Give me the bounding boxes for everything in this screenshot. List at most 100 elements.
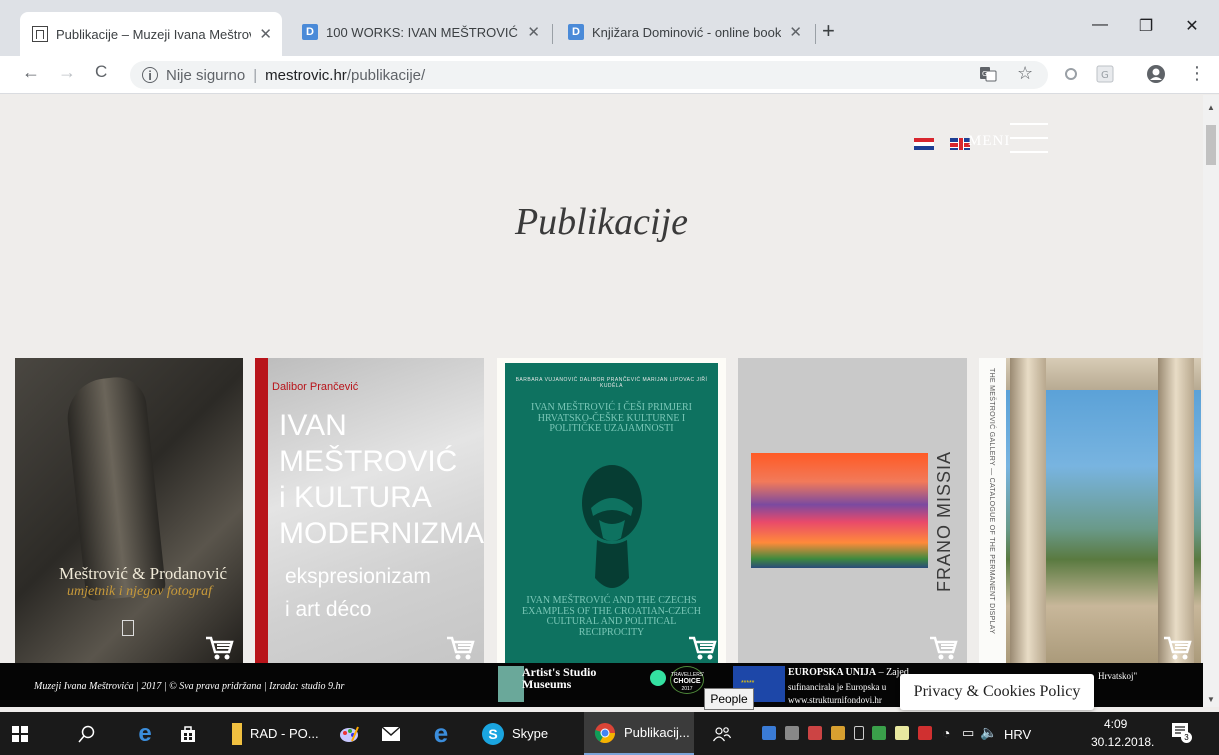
cart-icon[interactable] (205, 636, 235, 662)
account-icon[interactable] (1146, 64, 1166, 84)
uk-flag-icon[interactable] (950, 138, 970, 150)
book-card-frano-missia[interactable]: FRANO MISSIA (738, 358, 967, 663)
close-tab-icon[interactable]: ✕ (259, 25, 272, 43)
column-left (1010, 358, 1046, 663)
action-center-button[interactable]: 3 (1171, 722, 1192, 743)
cart-icon[interactable] (688, 636, 718, 662)
ie-taskbar-button[interactable]: e (424, 712, 458, 755)
book-cover: BARBARA VUJANOVIĆ DALIBOR PRANČEVIĆ MARI… (505, 363, 718, 663)
shield-icon[interactable] (918, 726, 932, 740)
page-title: Publikacije (514, 201, 689, 243)
tab-100-works[interactable]: D 100 WORKS: IVAN MEŠTROVIĆ - ✕ (290, 12, 550, 52)
new-tab-button[interactable]: + (822, 18, 835, 44)
store-taskbar-button[interactable] (171, 712, 205, 755)
dominovic-icon: D (302, 24, 318, 40)
book-title-en: IVAN MEŠTROVIĆ AND THE CZECHS EXAMPLES O… (522, 595, 701, 638)
book-title-line: IVAN (279, 409, 347, 442)
menu-label[interactable]: MENI (968, 133, 1010, 150)
asm-label[interactable]: Artist's Studio Museums (522, 666, 596, 690)
explorer-taskbar-button[interactable]: RAD - PO... (224, 712, 322, 755)
privacy-cookies-button[interactable]: Privacy & Cookies Policy (900, 674, 1094, 710)
minimize-button[interactable]: — (1077, 16, 1123, 34)
edge-icon: e (433, 718, 449, 748)
chrome-icon (594, 722, 615, 743)
eu-funding-tail: Hrvatskoj" (1098, 671, 1138, 681)
cart-icon[interactable] (929, 636, 959, 662)
back-button[interactable]: ← (22, 62, 40, 83)
cart-icon[interactable] (1163, 636, 1193, 662)
browser-tab-strip: Publikacije – Muzeji Ivana Meštrović ✕ D… (0, 0, 1219, 64)
cart-icon[interactable] (446, 636, 476, 662)
address-bar[interactable]: i Nije sigurno | mestrovic.hr/publikacij… (130, 61, 1048, 89)
book-cover-painting (751, 453, 928, 568)
travellers-choice-badge: TRAVELLERS' CHOICE 2017 (670, 666, 704, 694)
scroll-up-arrow[interactable]: ▲ (1207, 103, 1215, 112)
svg-text:G: G (982, 70, 987, 78)
clock-date[interactable]: 30.12.2018. (1091, 735, 1154, 749)
museum-icon (32, 26, 48, 42)
tripadvisor-badge[interactable]: TRAVELLERS' CHOICE 2017 (650, 666, 706, 696)
people-button[interactable] (704, 712, 740, 755)
security-label: Nije sigurno (166, 66, 246, 84)
tray-app-icon[interactable] (762, 726, 776, 740)
tab-title: Knjižara Dominović - online book (592, 24, 782, 40)
tray-app-icon[interactable] (785, 726, 799, 740)
tab-title: 100 WORKS: IVAN MEŠTROVIĆ - (326, 24, 520, 40)
windows-icon (12, 725, 28, 742)
tab-publikacije[interactable]: Publikacije – Muzeji Ivana Meštrović ✕ (20, 12, 282, 56)
paint-taskbar-button[interactable] (332, 712, 366, 755)
hr-flag-icon[interactable] (914, 138, 934, 150)
page-scrollbar[interactable]: ▲ ▼ (1203, 95, 1219, 707)
skype-icon: S (482, 722, 504, 745)
scrollbar-thumb[interactable] (1206, 125, 1216, 165)
info-icon[interactable]: i (142, 67, 158, 83)
mail-icon (381, 725, 401, 741)
book-subtitle-line: ekspresionizam (285, 565, 431, 588)
more-menu-icon[interactable]: ⋮ (1188, 63, 1206, 84)
tray-app-icon[interactable] (895, 726, 909, 740)
museum-logo-icon (122, 620, 134, 636)
language-indicator[interactable]: HRV (1004, 727, 1031, 742)
scroll-down-arrow[interactable]: ▼ (1207, 695, 1215, 704)
book-cover-photo (1006, 358, 1201, 663)
book-card-kultura-modernizma[interactable]: Dalibor Prančević IVAN MEŠTROVIĆ i KULTU… (255, 358, 484, 663)
volume-icon[interactable]: 🔈 (980, 724, 997, 741)
book-card-mestrovic-cesi[interactable]: BARBARA VUJANOVIĆ DALIBOR PRANČEVIĆ MARI… (497, 358, 726, 663)
edge-taskbar-button[interactable]: e (128, 712, 162, 755)
skype-taskbar-button[interactable]: S Skype (474, 712, 570, 755)
battery-icon[interactable]: ▭ (962, 725, 974, 741)
bookmark-star-icon[interactable]: ☆ (1017, 63, 1033, 84)
book-subtitle: umjetnik i njegov fotograf (67, 584, 213, 599)
search-button[interactable] (70, 712, 104, 755)
tab-separator (815, 24, 816, 44)
chrome-taskbar-button[interactable]: Publikacij... (584, 712, 694, 755)
address-path: /publikacije/ (346, 66, 426, 84)
eu-funding-link[interactable]: www.strukturnifondovi.hr (788, 695, 882, 705)
extension-circle-icon[interactable] (1061, 64, 1081, 84)
window-close-button[interactable]: ✕ (1169, 16, 1215, 36)
start-button[interactable] (0, 712, 40, 755)
mail-taskbar-button[interactable] (374, 712, 408, 755)
book-card-mestrovic-prodanovic[interactable]: Meštrović & Prodanović umjetnik i njegov… (15, 358, 243, 663)
translate-icon[interactable]: G (978, 64, 998, 84)
tab-separator (552, 24, 553, 44)
usb-icon[interactable] (854, 726, 864, 740)
restore-button[interactable]: ❐ (1123, 16, 1169, 36)
reload-button[interactable]: C (95, 62, 107, 82)
close-tab-icon[interactable]: ✕ (789, 23, 802, 41)
tray-app-icon[interactable] (831, 726, 845, 740)
taskbar-label: RAD - PO... (250, 726, 319, 741)
clock-time[interactable]: 4:09 (1104, 717, 1127, 731)
hamburger-menu-icon[interactable] (1010, 123, 1048, 153)
wifi-icon[interactable]: ◔ (942, 725, 950, 741)
close-tab-icon[interactable]: ✕ (527, 23, 540, 41)
forward-button[interactable]: → (58, 62, 76, 83)
book-card-permanent-display[interactable]: THE MEŠTROVIĆ GALLERY — CATALOGUE OF THE… (979, 358, 1201, 663)
footer-copyright: Muzeji Ivana Meštrovića | 2017 | © Sva p… (34, 681, 345, 692)
tray-app-icon[interactable] (808, 726, 822, 740)
eu-title: EUROPSKA UNIJA – Zajed (788, 667, 909, 678)
tripadvisor-owl-icon (650, 670, 666, 686)
grammarly-icon[interactable]: G (1095, 64, 1115, 84)
tray-app-icon[interactable] (872, 726, 886, 740)
tab-knjizara[interactable]: D Knjižara Dominović - online book ✕ (556, 12, 812, 52)
